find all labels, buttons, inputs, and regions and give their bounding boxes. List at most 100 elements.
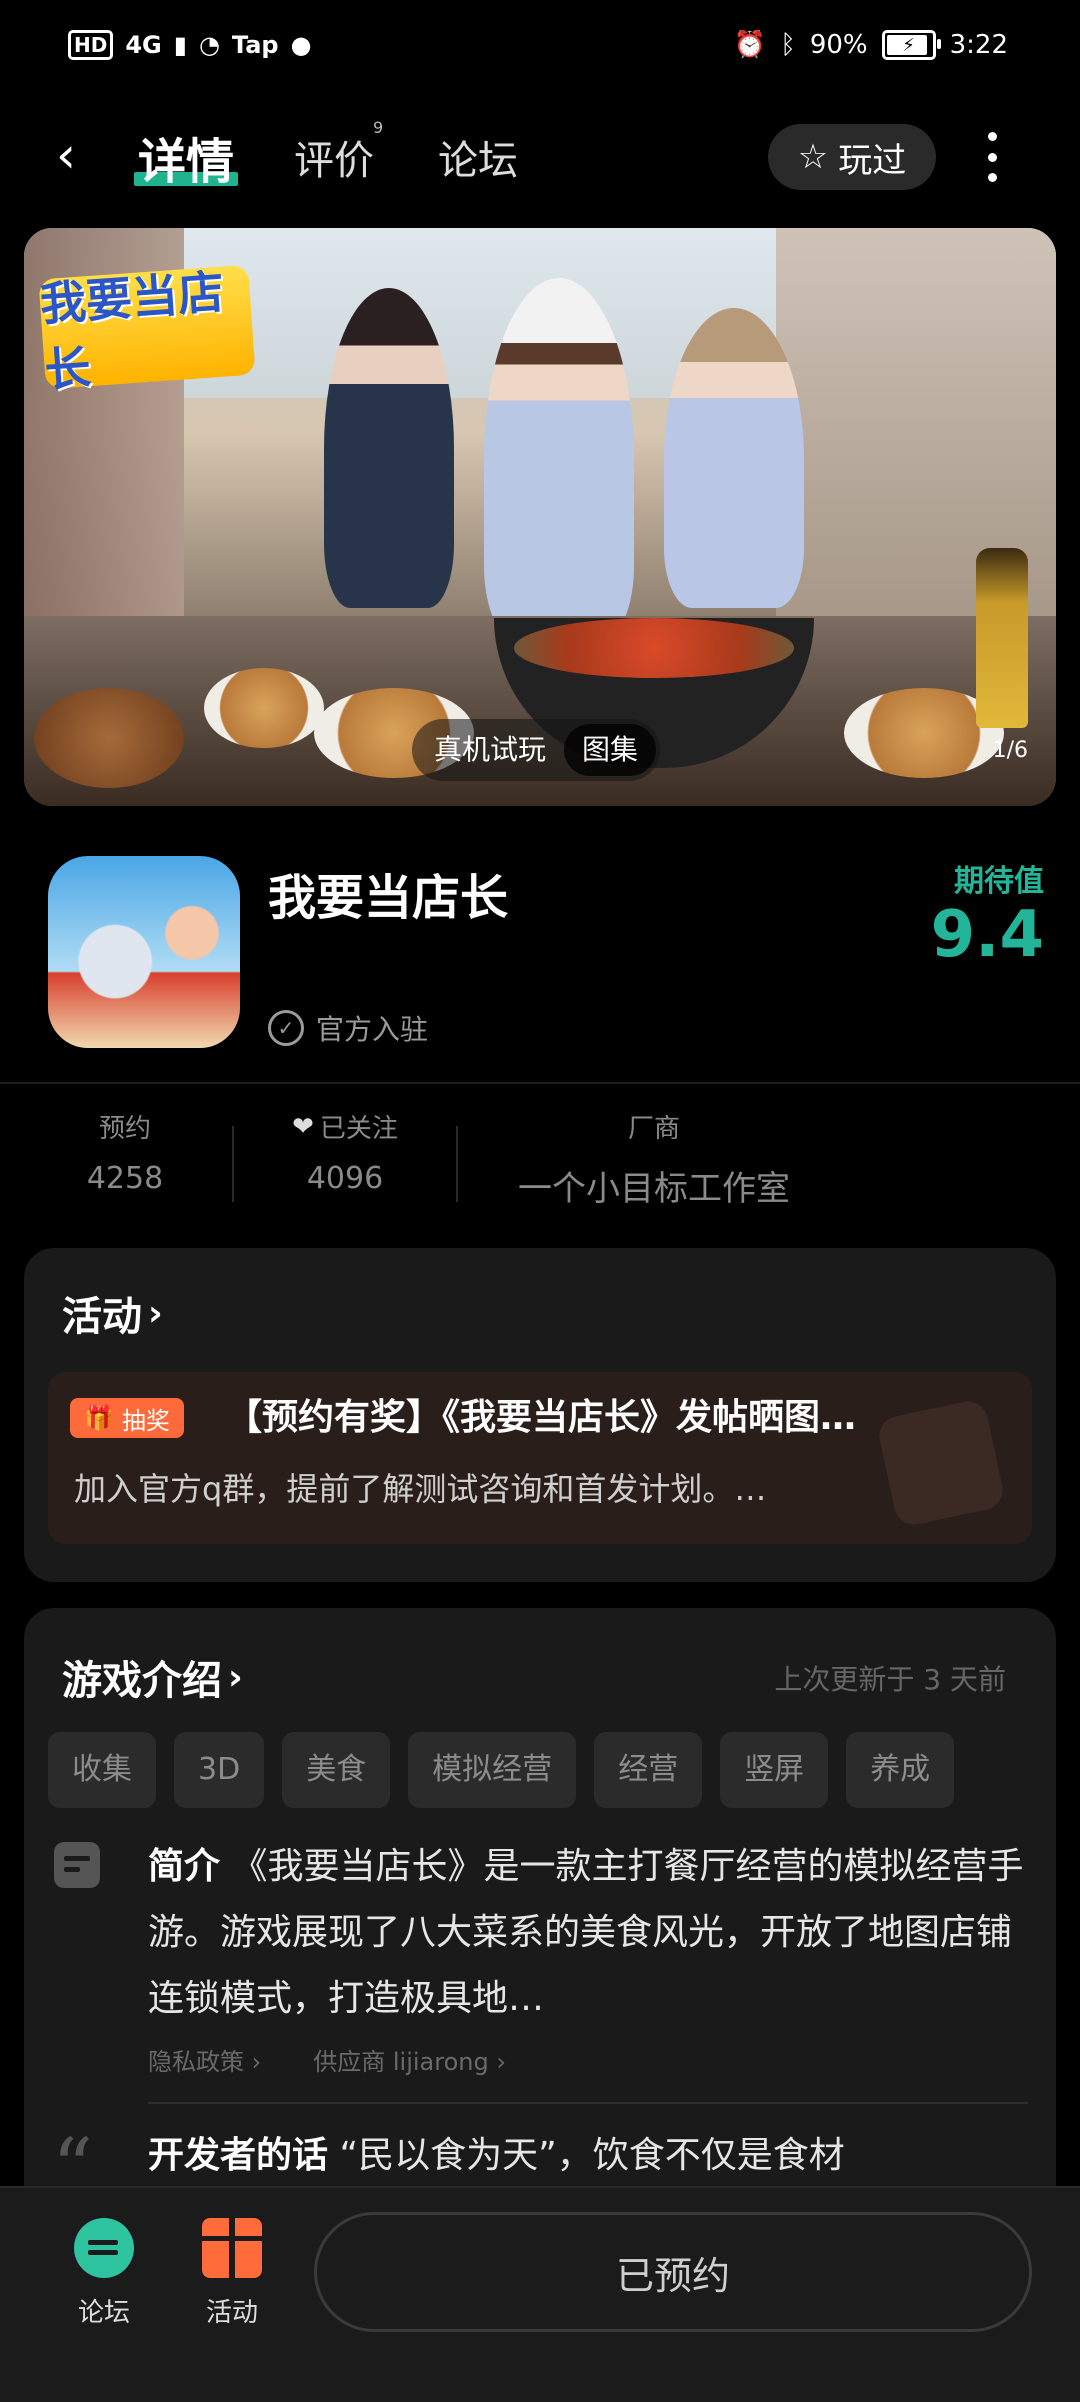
developer-name: 一个小目标工作室: [518, 1169, 790, 1209]
app-name: 我要当店长: [268, 870, 509, 926]
reviews-count-badge: 9: [373, 118, 384, 137]
stat-label: 预约: [98, 1114, 151, 1144]
tag-item[interactable]: 模拟经营: [408, 1732, 577, 1808]
lottery-label: 抽奖: [121, 1406, 170, 1435]
star-icon: ☆: [797, 137, 829, 177]
stat-label: 厂商: [627, 1114, 680, 1144]
divider: [0, 1082, 1080, 1084]
stats-row: 预约 4258 ❤ 已关注 4096 厂商 一个小目标工作室: [0, 1108, 1080, 1210]
food-meat: [34, 688, 184, 788]
tag-item[interactable]: 3D: [174, 1732, 265, 1808]
bottom-forum-button[interactable]: 论坛: [54, 2218, 154, 2329]
bottle: [976, 548, 1028, 728]
intro-title[interactable]: 游戏介绍 ›: [62, 1648, 243, 1706]
summary-label: 简介: [148, 1846, 221, 1887]
hd-badge: HD: [68, 30, 114, 60]
stat-value: 4096: [306, 1161, 384, 1196]
divider: [148, 2102, 1028, 2104]
dev-label: 开发者的话: [148, 2135, 329, 2176]
signal-icon: ▮: [173, 31, 187, 59]
gift-icon: 🎁: [84, 1404, 114, 1432]
status-bar: HD 4G ▮ ◔ Tap ● ⏰ ᛒ 90% ⚡ 3:22: [0, 0, 1080, 104]
app-icon: [48, 856, 240, 1048]
chevron-left-icon[interactable]: ‹: [56, 130, 76, 180]
stat-reservations: 预约 4258: [70, 1108, 180, 1196]
more-vertical-icon[interactable]: [982, 132, 1002, 182]
verified-badge: ✓ 官方入驻: [268, 1008, 428, 1048]
summary-text: 《我要当店长》是一款主打餐厅经营的模拟经营手游。游戏展现了八大菜系的美食风光，开…: [148, 1846, 1024, 2019]
tag-item[interactable]: 美食: [282, 1732, 391, 1808]
clock: 3:22: [949, 30, 1008, 60]
dev-text: “民以食为天”，饮食不仅是食材: [339, 2135, 845, 2176]
stat-label-row: ❤ 已关注: [270, 1108, 420, 1145]
bluetooth-icon: ᛒ: [780, 30, 796, 60]
activity-card: 活动 › 🎁 抽奖 【预约有奖】《我要当店长》发帖晒图… 加入官方q群，提前了解…: [24, 1248, 1056, 1582]
status-left: HD 4G ▮ ◔ Tap ●: [68, 30, 312, 60]
character-chef: [484, 278, 634, 638]
tag-list: 收集 3D 美食 模拟经营 经营 竖屏 养成: [48, 1732, 955, 1808]
played-button[interactable]: ☆ 玩过: [768, 124, 936, 190]
expect-label: 期待值: [954, 864, 1044, 899]
battery-percent: 90%: [809, 30, 868, 60]
chevron-right-icon: ›: [148, 1292, 163, 1334]
bottom-activity-button[interactable]: 活动: [182, 2218, 282, 2329]
tag-item[interactable]: 经营: [594, 1732, 703, 1808]
heart-icon: ❤: [292, 1111, 314, 1142]
intro-title-label: 游戏介绍: [62, 1658, 222, 1704]
update-time: 上次更新于 3 天前: [774, 1663, 1006, 1696]
pill-gallery[interactable]: 图集: [564, 724, 657, 776]
tag-item[interactable]: 养成: [846, 1732, 955, 1808]
lottery-tag: 🎁 抽奖: [70, 1398, 184, 1438]
wifi-icon: ◔: [198, 31, 220, 59]
document-icon: [54, 1842, 100, 1888]
activity-item[interactable]: 🎁 抽奖 【预约有奖】《我要当店长》发帖晒图… 加入官方q群，提前了解测试咨询和…: [48, 1372, 1032, 1544]
character-boy: [324, 288, 454, 608]
tab-details[interactable]: 详情: [138, 122, 234, 192]
intro-summary[interactable]: 简介 《我要当店长》是一款主打餐厅经营的模拟经营手游。游戏展现了八大菜系的美食风…: [148, 1834, 1028, 2032]
game-intro-card: 游戏介绍 › 上次更新于 3 天前 收集 3D 美食 模拟经营 经营 竖屏 养成…: [24, 1608, 1056, 2248]
tag-item[interactable]: 收集: [48, 1732, 156, 1808]
stat-followed[interactable]: ❤ 已关注 4096: [270, 1108, 420, 1197]
stat-divider: [456, 1126, 458, 1202]
network-label: 4G: [125, 31, 162, 59]
game-logo: 我要当店长: [38, 265, 256, 397]
forum-icon: [74, 2218, 134, 2278]
food-plate: [204, 668, 324, 748]
expect-score: 9.4: [930, 898, 1044, 972]
pill-demo[interactable]: 真机试玩: [416, 724, 564, 776]
expectation-score: 期待值 9.4: [931, 856, 1044, 970]
tab-forum[interactable]: 论坛: [438, 128, 518, 186]
activity-title[interactable]: 活动 ›: [62, 1284, 163, 1342]
gallery-counter: 1/6: [992, 738, 1028, 763]
supplier-link-label: 供应商 lijiarong: [313, 2048, 489, 2076]
top-nav: ‹ 详情 评价 9 论坛 ☆ 玩过: [0, 110, 1080, 202]
verified-label: 官方入驻: [316, 1013, 429, 1046]
hero-banner[interactable]: 我要当店长 真机试玩 图集 1/6: [24, 228, 1056, 806]
stat-developer[interactable]: 厂商 一个小目标工作室: [484, 1108, 824, 1210]
media-switcher: 真机试玩 图集: [412, 719, 661, 781]
developer-words[interactable]: 开发者的话 “民以食为天”，饮食不仅是食材: [148, 2126, 1028, 2178]
activity-item-title: 【预约有奖】《我要当店长》发帖晒图…: [226, 1397, 857, 1438]
character-girl: [664, 308, 804, 608]
stat-value: 4258: [86, 1161, 164, 1196]
alarm-icon: ⏰: [733, 30, 767, 60]
intro-links: 隐私政策 › 供应商 lijiarong ›: [148, 2042, 506, 2077]
forum-label: 论坛: [77, 2298, 130, 2328]
status-right: ⏰ ᛒ 90% ⚡ 3:22: [734, 30, 1008, 60]
activity-item-desc: 加入官方q群，提前了解测试咨询和首发计划。…: [74, 1470, 767, 1508]
privacy-link-label: 隐私政策: [148, 2048, 244, 2076]
privacy-policy-link[interactable]: 隐私政策 ›: [148, 2042, 261, 2077]
gift-icon: [202, 2218, 262, 2278]
reserved-button[interactable]: 已预约: [314, 2212, 1032, 2332]
check-circle-icon: ✓: [268, 1010, 304, 1046]
supplier-link[interactable]: 供应商 lijiarong ›: [313, 2042, 506, 2077]
bottom-action-bar: 论坛 活动 已预约: [0, 2186, 1080, 2402]
activity-title-label: 活动: [62, 1294, 142, 1340]
stat-label: 已关注: [319, 1114, 398, 1144]
tag-item[interactable]: 竖屏: [720, 1732, 829, 1808]
tap-label: Tap: [231, 31, 279, 59]
tab-reviews[interactable]: 评价: [294, 128, 374, 186]
hotpot-food: [514, 618, 794, 678]
stat-divider: [232, 1126, 234, 1202]
chevron-right-icon: ›: [228, 1656, 243, 1698]
